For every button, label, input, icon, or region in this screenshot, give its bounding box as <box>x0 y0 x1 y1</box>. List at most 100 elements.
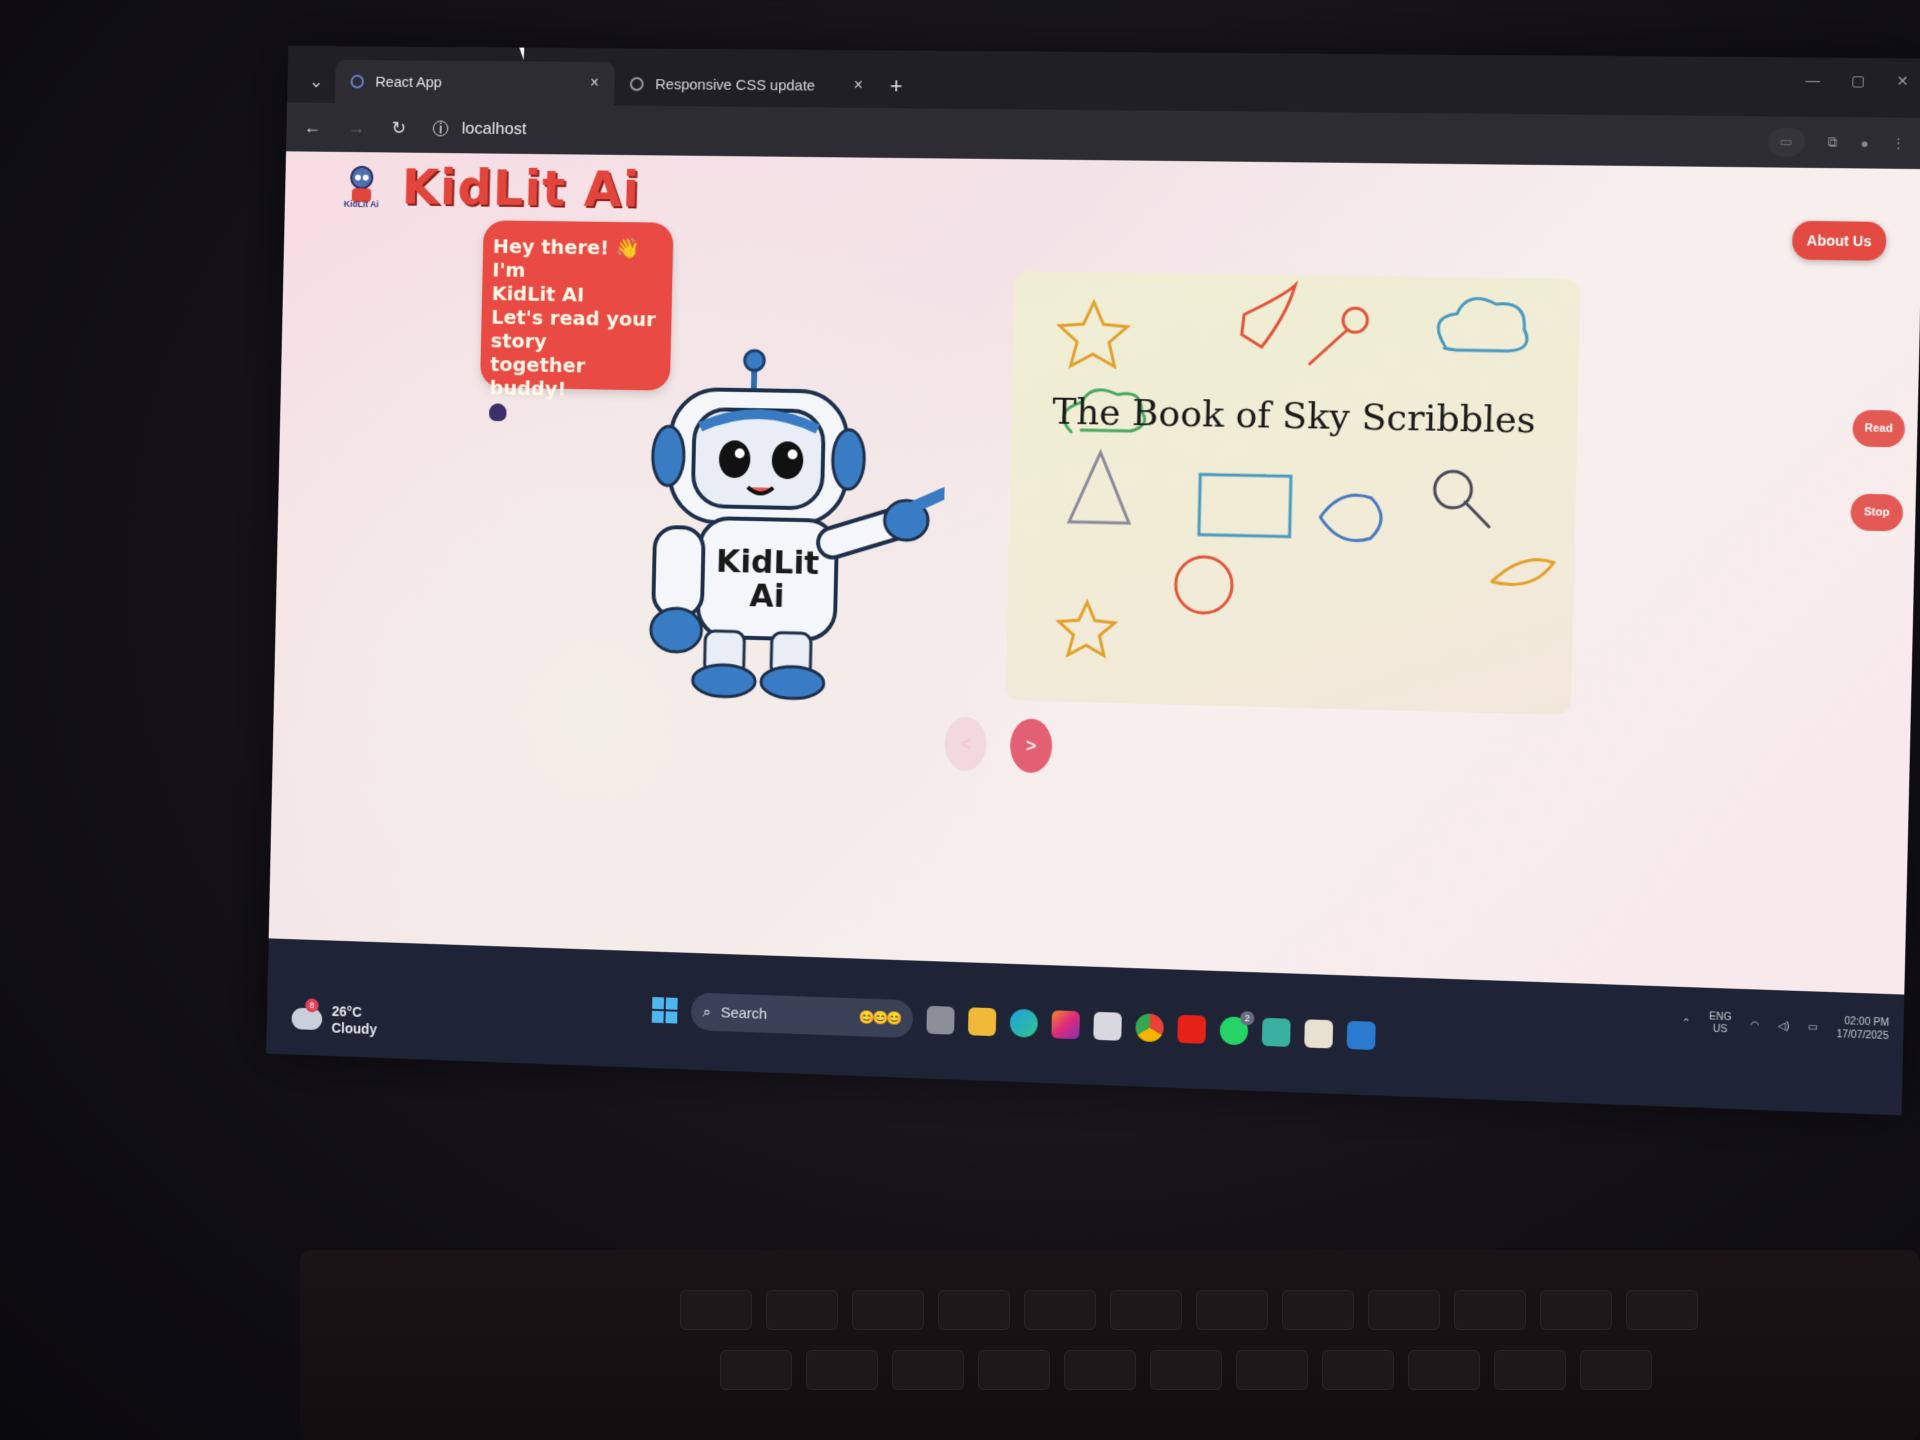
wifi-icon[interactable]: ◠ <box>1750 1019 1759 1031</box>
openai-favicon-icon <box>629 77 644 92</box>
key <box>1494 1350 1566 1390</box>
star-icon <box>1058 602 1115 656</box>
page-viewport: KidLit Ai KidLit Ai About Us Read Stop H… <box>268 151 1920 995</box>
cloud-weather-icon: 8 <box>291 998 323 1031</box>
instagram-icon[interactable] <box>1051 1010 1080 1040</box>
about-us-button[interactable]: About Us <box>1791 220 1887 261</box>
robot-mascot: KidLit Ai <box>645 341 947 704</box>
weather-condition: Cloudy <box>331 1019 378 1037</box>
weather-text: 26°C Cloudy <box>331 1003 377 1038</box>
edge-icon[interactable] <box>1009 1008 1039 1038</box>
app-icon[interactable] <box>1304 1019 1334 1049</box>
shooting-star-icon <box>1492 559 1554 586</box>
maximize-icon[interactable]: ▢ <box>1851 72 1865 90</box>
key <box>720 1350 792 1390</box>
key <box>1626 1290 1698 1330</box>
app-icon[interactable] <box>1261 1017 1291 1047</box>
temperature: 26°C <box>331 1003 362 1020</box>
chevron-up-icon[interactable]: ⌃ <box>1682 1017 1691 1028</box>
key <box>1540 1290 1612 1330</box>
bubble-line: KidLit AI <box>491 281 585 307</box>
new-tab-button[interactable]: + <box>878 64 915 108</box>
lang-line: US <box>1712 1023 1728 1036</box>
file-explorer-icon[interactable] <box>967 1007 997 1037</box>
system-tray: ⌃ ENG US ◠ ◁) ▭ 02:00 PM 17/07/2025 <box>1681 1009 1890 1043</box>
menu-icon[interactable]: ⋮ <box>1891 135 1905 152</box>
key <box>852 1290 924 1330</box>
next-page-button[interactable]: > <box>1009 718 1053 774</box>
volume-icon[interactable]: ◁) <box>1778 1020 1790 1032</box>
windows-logo-icon[interactable] <box>651 996 678 1024</box>
vscode-icon[interactable] <box>1346 1020 1376 1051</box>
search-icon: ⌕ <box>702 1003 712 1021</box>
chrome-icon[interactable] <box>1135 1013 1164 1043</box>
logo-text: KidLit Ai <box>401 158 641 219</box>
robot-shirt-line: KidLit <box>716 544 820 582</box>
reload-icon[interactable]: ↻ <box>391 118 406 139</box>
speech-bubble: Hey there! 👋 I'm KidLit AI Let's read yo… <box>480 220 674 422</box>
bubble-line: Let's read your <box>490 304 657 332</box>
date: 17/07/2025 <box>1836 1029 1889 1043</box>
bubble-line: story <box>490 328 548 354</box>
logo-caption: KidLit Ai <box>343 198 379 210</box>
laptop-keyboard <box>300 1250 1920 1440</box>
read-button[interactable]: Read <box>1852 409 1906 448</box>
mouse-cursor-icon <box>517 45 531 61</box>
minimize-icon[interactable]: — <box>1805 72 1820 89</box>
doodle-illustrations <box>1005 271 1580 715</box>
close-window-icon[interactable]: ✕ <box>1896 73 1909 91</box>
key <box>1322 1350 1394 1390</box>
key-row <box>720 1350 1652 1390</box>
key <box>680 1290 752 1330</box>
profile-avatar[interactable]: ● <box>1860 135 1869 150</box>
clock[interactable]: 02:00 PM 17/07/2025 <box>1836 1015 1889 1043</box>
tab-react-app[interactable]: React App × <box>334 59 615 106</box>
key <box>1110 1290 1182 1330</box>
taskbar-search[interactable]: ⌕ Search 😊😊😊 <box>690 992 914 1039</box>
language-indicator[interactable]: ENG US <box>1709 1011 1732 1036</box>
tab-responsive-css-update[interactable]: Responsive CSS update × <box>614 62 879 108</box>
task-view-icon[interactable] <box>926 1005 955 1035</box>
laptop-screen: ⌄ React App × Responsive CSS update × + … <box>266 45 1920 1116</box>
key <box>1150 1350 1222 1390</box>
key <box>1236 1350 1308 1390</box>
close-icon[interactable]: × <box>590 75 599 93</box>
whatsapp-icon[interactable]: 2 <box>1219 1010 1255 1046</box>
battery-icon[interactable]: ▭ <box>1808 1021 1818 1033</box>
forward-arrow-icon[interactable]: → <box>347 117 365 138</box>
smiley-icon <box>1175 556 1233 613</box>
tab-title: React App <box>375 73 442 91</box>
key <box>1024 1290 1096 1330</box>
bubble-line: Hey there! 👋 I'm <box>492 234 641 282</box>
key <box>1454 1290 1526 1330</box>
back-arrow-icon[interactable]: ← <box>304 117 322 138</box>
store-icon[interactable] <box>1093 1011 1122 1041</box>
star-icon <box>1059 302 1128 367</box>
dragon-icon <box>1320 494 1382 541</box>
info-icon[interactable]: i <box>432 120 449 137</box>
key <box>1282 1290 1354 1330</box>
robot-mini-icon <box>488 403 507 422</box>
address-bar[interactable]: i localhost <box>432 118 527 140</box>
youtube-icon[interactable] <box>1177 1014 1207 1044</box>
key <box>1064 1350 1136 1390</box>
key <box>806 1350 878 1390</box>
previous-page-button[interactable]: < <box>944 716 988 772</box>
tab-title: Responsive CSS update <box>655 75 816 95</box>
url-text: localhost <box>461 118 527 139</box>
key <box>892 1350 964 1390</box>
open-in-app-button[interactable]: ▭ <box>1766 127 1806 157</box>
weather-widget[interactable]: 8 26°C Cloudy <box>291 998 377 1038</box>
bubble-line: together buddy! <box>489 352 586 401</box>
close-icon[interactable]: × <box>853 77 863 95</box>
rocket-icon <box>1241 284 1295 347</box>
key <box>1580 1350 1652 1390</box>
key <box>978 1350 1050 1390</box>
site-logo[interactable]: KidLit Ai KidLit Ai <box>334 158 641 219</box>
extensions-icon[interactable]: ⧉ <box>1828 134 1838 150</box>
open-book-icon <box>1199 474 1291 536</box>
chevron-down-icon[interactable]: ⌄ <box>297 60 336 103</box>
search-highlight-icon: 😊😊😊 <box>858 1009 902 1026</box>
search-label: Search <box>720 1003 768 1023</box>
stop-button[interactable]: Stop <box>1850 493 1904 532</box>
